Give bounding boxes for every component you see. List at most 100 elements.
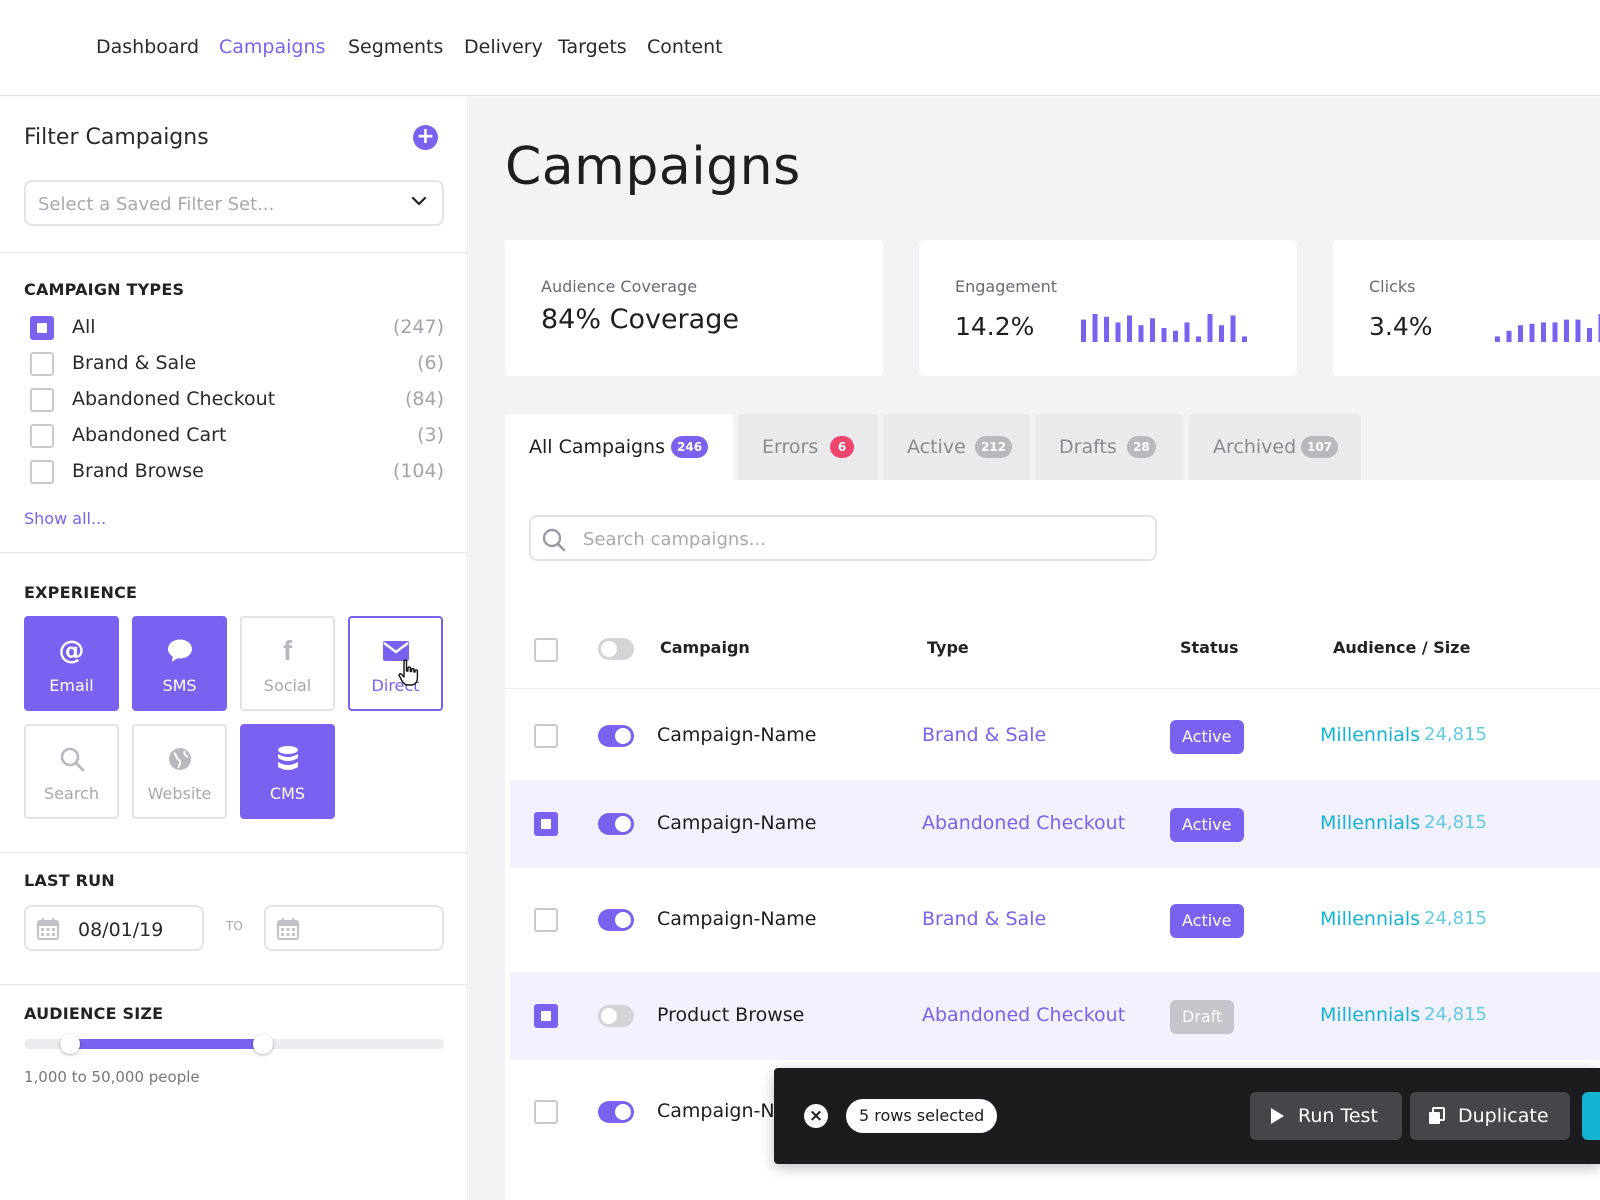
- experience-cms-button[interactable]: CMS: [240, 724, 335, 819]
- checkbox[interactable]: [30, 424, 54, 448]
- row-checkbox[interactable]: [534, 812, 558, 836]
- last-run-heading: LAST RUN: [24, 871, 115, 890]
- duplicate-button[interactable]: Duplicate: [1410, 1092, 1570, 1140]
- more-actions-button[interactable]: [1582, 1092, 1600, 1140]
- engagement-sparkline: [1081, 314, 1247, 342]
- audience-link[interactable]: Millennials: [1320, 908, 1420, 930]
- row-enabled-toggle[interactable]: [598, 1005, 634, 1027]
- nav-segments[interactable]: Segments: [348, 36, 443, 58]
- campaign-search-input[interactable]: Search campaigns...: [529, 515, 1157, 561]
- row-enabled-toggle[interactable]: [598, 909, 634, 931]
- checkbox[interactable]: [30, 352, 54, 376]
- experience-label: Direct: [371, 676, 420, 695]
- experience-label: Social: [263, 676, 312, 695]
- type-filter-brand-sale[interactable]: Brand & Sale (6): [30, 350, 444, 378]
- search-icon: [542, 528, 566, 552]
- experience-sms-button[interactable]: SMS: [132, 616, 227, 711]
- sparkline-bar: [1150, 318, 1155, 342]
- checkbox[interactable]: [30, 460, 54, 484]
- nav-delivery[interactable]: Delivery: [464, 36, 543, 58]
- audience-size-heading: AUDIENCE SIZE: [24, 1004, 164, 1023]
- column-header-campaign[interactable]: Campaign: [660, 638, 750, 657]
- add-filter-button[interactable]: +: [413, 125, 438, 150]
- audience-size-caption: 1,000 to 50,000 people: [24, 1068, 200, 1086]
- select-all-checkbox[interactable]: [534, 638, 558, 662]
- experience-search-button[interactable]: Search: [24, 724, 119, 819]
- table-row[interactable]: Product Browse Abandoned Checkout Draft …: [510, 972, 1600, 1060]
- row-enabled-toggle[interactable]: [598, 813, 634, 835]
- campaign-name[interactable]: Campaign-Name: [657, 812, 816, 834]
- campaign-name[interactable]: Campaign-Name: [657, 724, 816, 746]
- nav-campaigns[interactable]: Campaigns: [219, 36, 325, 58]
- checkbox[interactable]: [30, 316, 54, 340]
- row-checkbox[interactable]: [534, 908, 558, 932]
- sparkline-bar: [1127, 315, 1132, 342]
- campaign-name[interactable]: Campaign-Name: [657, 908, 816, 930]
- tab-all-campaigns[interactable]: All Campaigns 246: [505, 414, 733, 480]
- audience-link[interactable]: Millennials: [1320, 724, 1420, 746]
- show-all-link[interactable]: Show all...: [24, 509, 106, 528]
- type-count: (84): [404, 388, 444, 410]
- row-checkbox[interactable]: [534, 1004, 558, 1028]
- date-value: 08/01/19: [78, 919, 164, 941]
- type-filter-abandoned-cart[interactable]: Abandoned Cart (3): [30, 422, 444, 450]
- tab-drafts[interactable]: Drafts 28: [1035, 414, 1183, 480]
- tab-label: Active: [907, 436, 966, 458]
- campaign-name[interactable]: Product Browse: [657, 1004, 804, 1026]
- campaign-type-link[interactable]: Brand & Sale: [922, 724, 1046, 746]
- saved-filter-select[interactable]: Select a Saved Filter Set...: [24, 180, 444, 226]
- campaign-type-link[interactable]: Abandoned Checkout: [922, 1004, 1125, 1026]
- type-filter-abandoned-checkout[interactable]: Abandoned Checkout (84): [30, 386, 444, 414]
- nav-content[interactable]: Content: [647, 36, 723, 58]
- run-test-button[interactable]: Run Test: [1250, 1092, 1402, 1140]
- sparkline-bar: [1242, 336, 1247, 342]
- experience-social-button[interactable]: f Social: [240, 616, 335, 711]
- row-checkbox[interactable]: [534, 724, 558, 748]
- hand-pointer-cursor-icon: [398, 659, 419, 686]
- nav-targets[interactable]: Targets: [558, 36, 627, 58]
- table-row[interactable]: Campaign-Name Abandoned Checkout Active …: [510, 780, 1600, 868]
- row-enabled-toggle[interactable]: [598, 1101, 634, 1123]
- experience-direct-button[interactable]: Direct: [348, 616, 443, 711]
- checkbox[interactable]: [30, 388, 54, 412]
- audience-size: 24,815: [1424, 812, 1487, 833]
- experience-label: CMS: [269, 784, 306, 803]
- status-badge: Active: [1170, 808, 1244, 842]
- stat-value: 84% Coverage: [541, 304, 739, 335]
- column-header-status[interactable]: Status: [1180, 638, 1239, 657]
- last-run-from-date[interactable]: 08/01/19: [24, 905, 204, 951]
- campaign-type-link[interactable]: Brand & Sale: [922, 908, 1046, 930]
- column-header-audience-size[interactable]: Audience / Size: [1333, 638, 1470, 657]
- stat-value: 3.4%: [1369, 312, 1433, 341]
- search-placeholder: Search campaigns...: [583, 529, 766, 550]
- row-checkbox[interactable]: [534, 1100, 558, 1124]
- sparkline-bar: [1161, 328, 1167, 342]
- last-run-to-date[interactable]: [264, 905, 444, 951]
- stat-card-engagement: Engagement 14.2%: [919, 240, 1297, 376]
- type-filter-all[interactable]: All (247): [30, 314, 444, 342]
- clear-selection-button[interactable]: ×: [804, 1104, 828, 1128]
- table-row[interactable]: Campaign-Name Brand & Sale Active Millen…: [510, 692, 1600, 780]
- stat-card-audience-coverage: Audience Coverage 84% Coverage: [505, 240, 883, 376]
- experience-website-button[interactable]: Website: [132, 724, 227, 819]
- tab-archived[interactable]: Archived 107: [1189, 414, 1361, 480]
- main-content: Campaigns Audience Coverage 84% Coverage…: [469, 97, 1600, 1200]
- row-enabled-toggle[interactable]: [598, 725, 634, 747]
- search-icon: [26, 744, 117, 774]
- audience-link[interactable]: Millennials: [1320, 1004, 1420, 1026]
- nav-dashboard[interactable]: Dashboard: [96, 36, 199, 58]
- toggle-all-switch[interactable]: [598, 638, 634, 660]
- play-icon: [1271, 1108, 1284, 1124]
- tab-active[interactable]: Active 212: [883, 414, 1030, 480]
- tab-errors[interactable]: Errors 6: [738, 414, 878, 480]
- experience-email-button[interactable]: @ Email: [24, 616, 119, 711]
- sparkline-bar: [1506, 330, 1512, 342]
- campaign-type-link[interactable]: Abandoned Checkout: [922, 812, 1125, 834]
- audience-size-slider[interactable]: [24, 1034, 444, 1054]
- stat-label: Clicks: [1369, 277, 1416, 296]
- audience-link[interactable]: Millennials: [1320, 812, 1420, 834]
- table-row[interactable]: Campaign-Name Brand & Sale Active Millen…: [510, 876, 1600, 964]
- facebook-icon: f: [282, 635, 293, 666]
- type-filter-brand-browse[interactable]: Brand Browse (104): [30, 458, 444, 486]
- column-header-type[interactable]: Type: [927, 638, 969, 657]
